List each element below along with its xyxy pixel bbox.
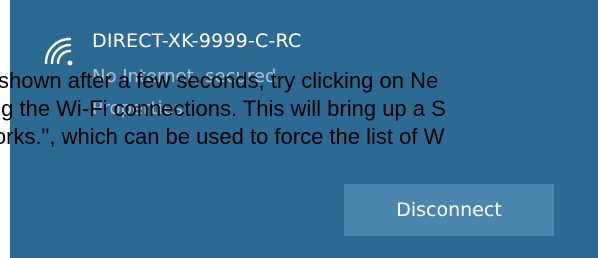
overlay-text-line-3: works.", which can be used to force the …	[0, 124, 445, 149]
overlay-text-line-2: ing the Wi-Fi connections. This will bri…	[0, 96, 446, 121]
overlay-caption-text: is shown after a few seconds, try clicki…	[0, 67, 598, 151]
network-name: DIRECT-XK-9999-C-RC	[92, 30, 302, 52]
overlay-text-line-1: is shown after a few seconds, try clicki…	[0, 68, 439, 93]
wifi-signal-icon	[44, 37, 73, 66]
disconnect-button[interactable]: Disconnect	[344, 184, 554, 236]
